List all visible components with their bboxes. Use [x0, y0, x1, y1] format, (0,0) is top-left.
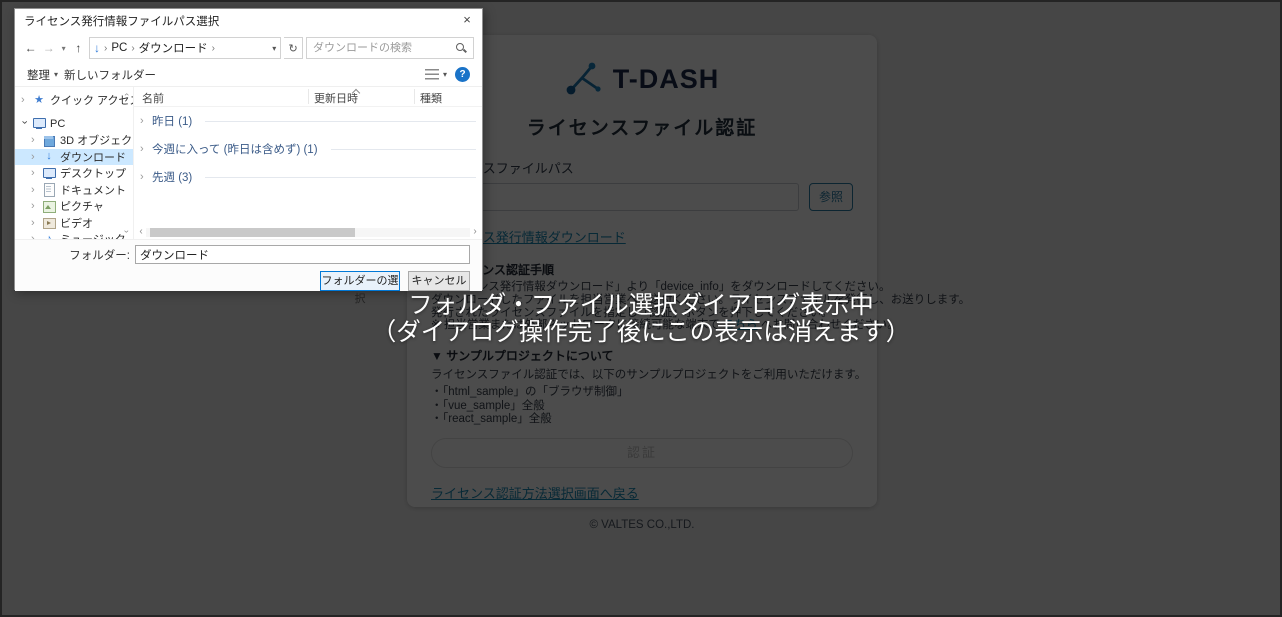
recent-locations-dropdown[interactable]: ▾ — [59, 44, 67, 53]
computer-icon — [32, 117, 46, 130]
tree-item-pictures[interactable]: › ピクチャ — [15, 198, 133, 215]
chevron-right-icon[interactable]: › — [31, 134, 38, 146]
dialog-toolbar: 整理 ▾ 新しいフォルダー ▾ ? — [15, 63, 482, 87]
scroll-up-icon[interactable]: › — [121, 89, 131, 96]
music-icon: ♪ — [46, 232, 52, 239]
tree-scrollbar[interactable]: › › — [121, 89, 132, 237]
downloads-location-icon: ↓ — [94, 41, 100, 55]
organize-button[interactable]: 整理 ▾ — [27, 67, 58, 83]
file-group-this-week[interactable]: › 今週に入って (昨日は含めず) (1) — [134, 135, 482, 163]
breadcrumb-separator: › — [131, 42, 135, 54]
horizontal-scrollbar[interactable]: ‹ › — [136, 226, 480, 238]
cancel-button[interactable]: キャンセル — [408, 271, 470, 291]
refresh-button[interactable]: ↻ — [284, 37, 303, 59]
desktop-icon — [42, 167, 56, 180]
overlay-message-line1: フォルダ・ファイル選択ダイアログ表示中 — [408, 292, 874, 319]
column-header-name[interactable]: 名前 — [142, 90, 164, 106]
chevron-right-icon[interactable]: › — [21, 94, 28, 106]
select-folder-button[interactable]: フォルダーの選択 — [320, 271, 400, 305]
sort-ascending-icon — [353, 88, 359, 94]
list-view-icon — [424, 69, 439, 80]
screen: T-DASH ライセンスファイル認証 ライセンスファイルパス 参照 ライセンス発… — [0, 0, 1282, 617]
breadcrumb-dropdown-icon[interactable]: ▾ — [272, 44, 276, 53]
tree-item-pc[interactable]: › PC — [15, 116, 133, 133]
folder-name-label: フォルダー: — [69, 249, 130, 262]
overlay-message: フォルダ・ファイル選択ダイアログ表示中 （ダイアログ操作完了後にこの表示は消えま… — [2, 292, 1280, 346]
view-options-button[interactable]: ▾ — [424, 69, 447, 80]
close-icon[interactable]: × — [452, 9, 482, 33]
documents-icon — [42, 183, 56, 198]
search-input[interactable] — [312, 42, 455, 54]
tree-item-videos[interactable]: › ビデオ — [15, 215, 133, 232]
search-box[interactable] — [305, 37, 474, 59]
videos-icon — [42, 216, 56, 230]
breadcrumb-item-pc[interactable]: PC — [111, 42, 127, 54]
help-button[interactable]: ? — [455, 67, 470, 82]
new-folder-button[interactable]: 新しいフォルダー — [64, 67, 156, 83]
breadcrumb-separator: › — [211, 42, 216, 54]
caret-down-icon: ▾ — [442, 70, 447, 79]
breadcrumb-item-downloads[interactable]: ダウンロード — [139, 40, 208, 56]
chevron-right-icon[interactable]: › — [140, 171, 147, 183]
folder-name-input[interactable] — [135, 245, 470, 264]
file-group-yesterday[interactable]: › 昨日 (1) — [134, 107, 482, 135]
file-dialog: ライセンス発行情報ファイルパス選択 × ← → ▾ ↑ ↓ › PC › ダウン… — [14, 8, 483, 305]
dialog-footer: フォルダー: フォルダーの選択 キャンセル — [15, 239, 482, 305]
back-button[interactable]: ← — [23, 41, 38, 55]
forward-button[interactable]: → — [41, 41, 56, 55]
column-headers: 名前 更新日時 種類 — [134, 87, 482, 107]
tree-item-music[interactable]: › ♪ ミュージック — [15, 231, 133, 239]
chevron-right-icon[interactable]: › — [140, 143, 147, 155]
file-list: 名前 更新日時 種類 › 昨日 (1) › 今週に入って (昨日は含めず) (1… — [133, 87, 482, 239]
scroll-left-icon[interactable]: ‹ — [136, 226, 146, 238]
tree-item-documents[interactable]: › ドキュメント — [15, 182, 133, 199]
3d-objects-icon — [42, 134, 56, 147]
overlay-message-line2: （ダイアログ操作完了後にこの表示は消えます） — [371, 319, 911, 346]
breadcrumb[interactable]: ↓ › PC › ダウンロード › ▾ — [89, 37, 282, 59]
star-icon: ★ — [34, 93, 44, 106]
chevron-right-icon[interactable]: › — [31, 184, 38, 196]
dialog-titlebar[interactable]: ライセンス発行情報ファイルパス選択 × — [15, 9, 482, 33]
chevron-right-icon[interactable]: › — [31, 233, 38, 239]
search-icon — [455, 42, 467, 54]
scroll-down-icon[interactable]: › — [122, 230, 132, 237]
chevron-right-icon[interactable]: › — [31, 167, 38, 179]
pictures-icon — [42, 200, 56, 213]
chevron-down-icon[interactable]: › — [19, 120, 31, 127]
address-bar: ← → ▾ ↑ ↓ › PC › ダウンロード › ▾ ↻ — [15, 33, 482, 63]
downloads-icon: ↓ — [46, 150, 52, 163]
chevron-right-icon[interactable]: › — [140, 115, 147, 127]
file-group-last-week[interactable]: › 先週 (3) — [134, 163, 482, 191]
tree-item-desktop[interactable]: › デスクトップ — [15, 165, 133, 182]
tree-item-downloads[interactable]: › ↓ ダウンロード — [15, 148, 133, 165]
column-header-type[interactable]: 種類 — [420, 90, 442, 106]
folder-tree: › ★ クイック アクセス › PC › 3D オブジェクト › ↓ — [15, 87, 133, 239]
dialog-title: ライセンス発行情報ファイルパス選択 — [24, 16, 220, 28]
chevron-right-icon[interactable]: › — [31, 200, 38, 212]
tree-item-quick-access[interactable]: › ★ クイック アクセス — [15, 92, 133, 109]
up-button[interactable]: ↑ — [71, 41, 86, 55]
tree-item-3d-objects[interactable]: › 3D オブジェクト — [15, 132, 133, 149]
scrollbar-thumb[interactable] — [150, 227, 355, 237]
chevron-right-icon[interactable]: › — [31, 217, 38, 229]
scroll-right-icon[interactable]: › — [470, 226, 480, 238]
chevron-right-icon[interactable]: › — [31, 151, 38, 163]
breadcrumb-separator: › — [104, 42, 108, 54]
caret-down-icon: ▾ — [54, 70, 59, 79]
